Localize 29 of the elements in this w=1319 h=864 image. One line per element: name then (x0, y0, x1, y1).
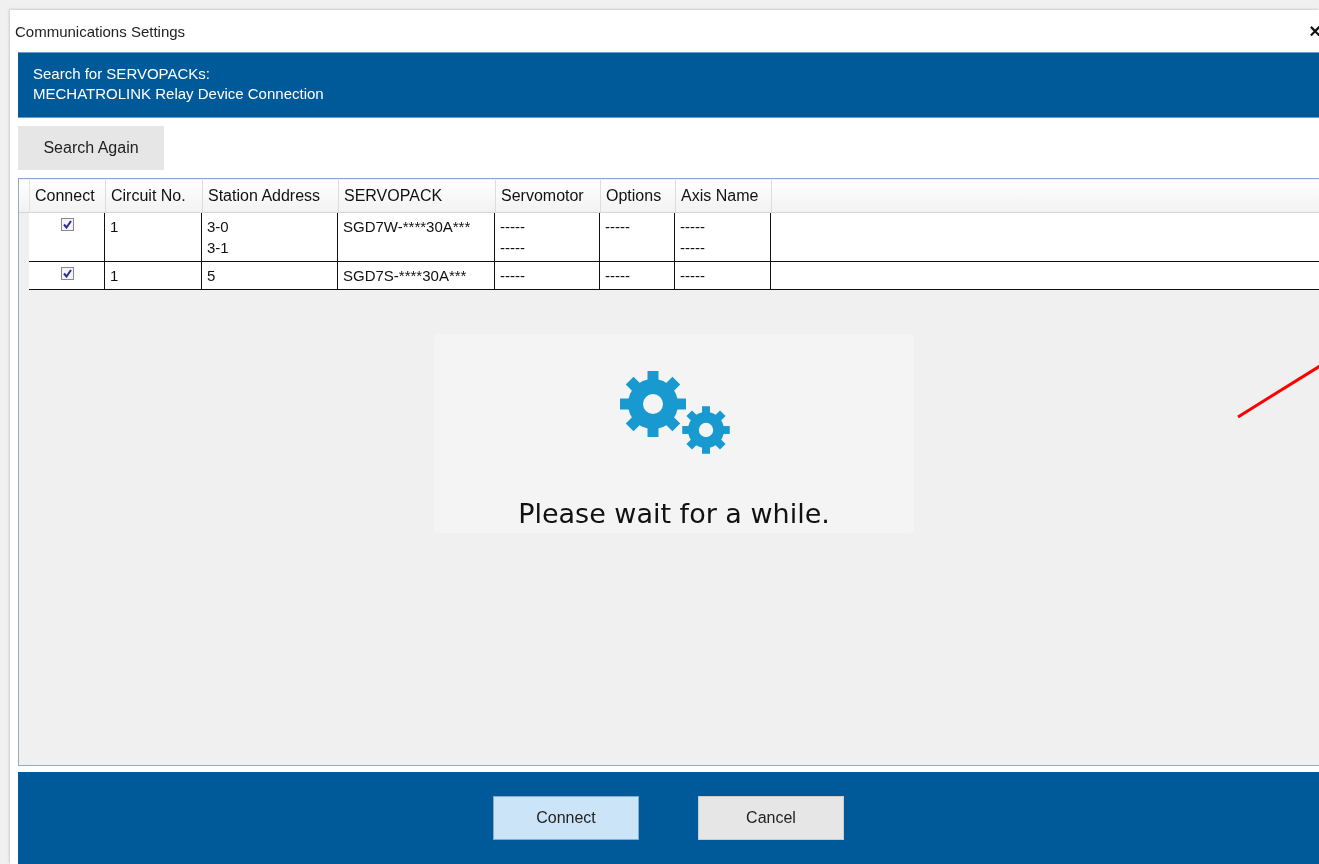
connect-checkbox[interactable] (60, 267, 74, 280)
search-again-button[interactable]: Search Again (18, 126, 164, 170)
table-cell: ----- (600, 213, 675, 261)
header-text: Search for SERVOPACKs: (33, 65, 211, 82)
column-header[interactable]: SERVOPACK (339, 180, 496, 212)
connect-checkbox[interactable] (60, 218, 74, 231)
table-cell: 1 (105, 213, 202, 261)
column-header[interactable]: Circuit No. (106, 180, 203, 212)
column-header[interactable]: Options (601, 180, 676, 212)
table-cell: 5 (202, 262, 338, 289)
table-cell: ----- ----- (495, 213, 600, 261)
column-header[interactable]: Servomotor (496, 180, 601, 212)
table-cell: SGD7W-****30A*** (338, 213, 495, 261)
table-cell: 3-0 3-1 (202, 213, 338, 261)
dialog-button[interactable]: Connect (493, 796, 639, 840)
table-cell: ----- (495, 262, 600, 289)
column-header[interactable]: Station Address (203, 180, 339, 212)
table-row[interactable]: 1 5 SGD7S-****30A*** ----- ----- ----- (29, 262, 1319, 290)
table-row[interactable]: 1 3-0 3-1 SGD7W-****30A*** ----- ----- ----- ----- ----- (29, 213, 1319, 262)
table-cell: ----- ----- (675, 213, 771, 261)
column-header[interactable]: Connect (30, 180, 106, 212)
wait-message: Please wait for a while. (518, 498, 830, 529)
window-title: Communications Settings (15, 22, 186, 40)
table-cell: 1 (105, 262, 202, 289)
table-cell: ----- (600, 262, 675, 289)
dialog-button[interactable]: Cancel (698, 796, 844, 840)
table-cell: SGD7S-****30A*** (338, 262, 495, 289)
header-text: MECHATROLINK Relay Device Connection (33, 85, 325, 102)
table-cell: ----- (675, 262, 771, 289)
